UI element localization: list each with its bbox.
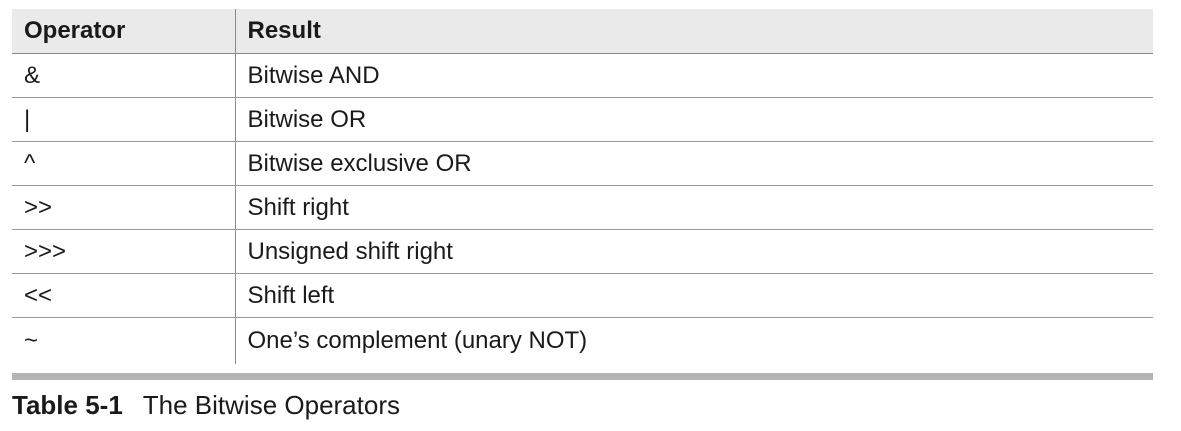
- table-row: >>> Unsigned shift right: [12, 229, 1153, 274]
- operator-cell: >>>: [12, 229, 236, 274]
- operator-cell: ~: [12, 317, 236, 364]
- operator-cell: ^: [12, 141, 236, 186]
- caption-title: The Bitwise Operators: [142, 390, 400, 420]
- result-cell: Shift right: [235, 185, 1153, 230]
- table-body: & Bitwise AND | Bitwise OR ^ Bitwise exc…: [12, 53, 1153, 364]
- result-cell: Bitwise AND: [235, 53, 1153, 98]
- table-row: << Shift left: [12, 273, 1153, 318]
- result-cell: One’s complement (unary NOT): [247, 327, 588, 354]
- table-row: ~ One’s complement (unary NOT): [12, 317, 1153, 364]
- bitwise-operators-table: Operator Result & Bitwise AND | Bitwise …: [12, 9, 1153, 364]
- operator-cell: |: [12, 97, 236, 142]
- result-cell: Bitwise OR: [235, 97, 1153, 142]
- operator-cell: &: [12, 53, 236, 98]
- operator-cell: >>: [12, 185, 236, 230]
- bitwise-operators-table-container: Operator Result & Bitwise AND | Bitwise …: [12, 9, 1153, 364]
- table-caption: Table 5-1 The Bitwise Operators: [12, 388, 400, 422]
- header-result: Result: [235, 9, 1153, 54]
- table-row: | Bitwise OR: [12, 97, 1153, 142]
- header-operator: Operator: [12, 9, 236, 54]
- table-header: Operator Result: [12, 9, 1153, 54]
- result-cell: Bitwise exclusive OR: [235, 141, 1153, 186]
- caption-label: Table 5-1: [12, 390, 123, 420]
- result-cell: Shift left: [235, 273, 1153, 318]
- table-row: >> Shift right: [12, 185, 1153, 230]
- result-cell: Unsigned shift right: [235, 229, 1153, 274]
- header-row: Operator Result: [12, 9, 1153, 54]
- operator-cell: <<: [12, 273, 236, 318]
- table-bottom-rule: [12, 373, 1153, 380]
- table-row: ^ Bitwise exclusive OR: [12, 141, 1153, 186]
- table-row: & Bitwise AND: [12, 53, 1153, 98]
